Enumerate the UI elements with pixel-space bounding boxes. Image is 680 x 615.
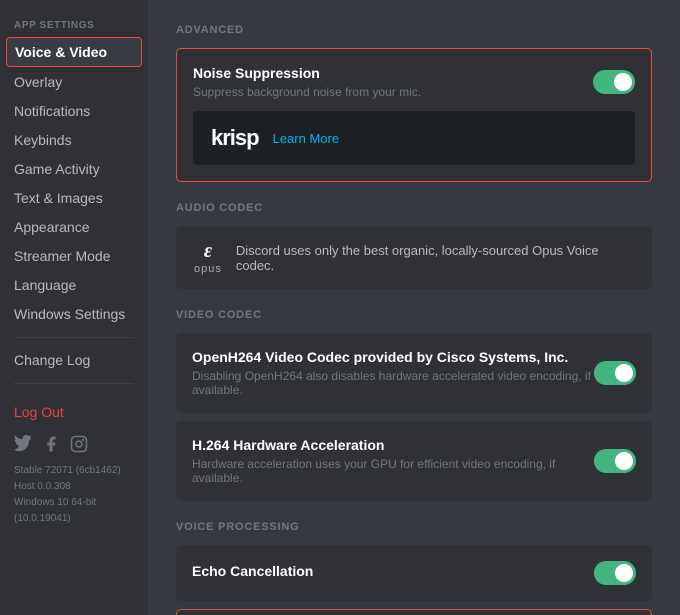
instagram-icon[interactable] (70, 435, 88, 453)
openh264-toggle[interactable]: ✓ (594, 361, 636, 385)
voice-processing-section: Voice Processing Echo Cancellation ✓ Noi… (176, 521, 652, 615)
sidebar-divider-2 (14, 383, 134, 384)
echo-cancellation-title: Echo Cancellation (192, 563, 313, 579)
noise-suppression-text: Noise Suppression Suppress background no… (193, 65, 421, 99)
opus-logo: ε opus (194, 240, 222, 275)
noise-reduction-card: Noise Reduction Noise reduction is disab… (176, 609, 652, 615)
section-advanced-title: Advanced (176, 24, 652, 36)
sidebar-item-language[interactable]: Language (6, 271, 142, 299)
sidebar-section-label: App Settings (6, 16, 142, 35)
opus-icon: ε (204, 240, 212, 263)
sidebar-item-voice-video[interactable]: Voice & Video (6, 37, 142, 67)
toggle-check-openh264-icon: ✓ (623, 367, 632, 380)
toggle-check-echo-icon: ✓ (623, 567, 632, 580)
sidebar-item-text-images[interactable]: Text & Images (6, 184, 142, 212)
openh264-row: OpenH264 Video Codec provided by Cisco S… (192, 349, 636, 397)
h264-desc: Hardware acceleration uses your GPU for … (192, 457, 594, 485)
h264-text: H.264 Hardware Acceleration Hardware acc… (192, 437, 594, 485)
h264-title: H.264 Hardware Acceleration (192, 437, 594, 453)
toggle-check-h264-icon: ✓ (623, 455, 632, 468)
main-content: Advanced Noise Suppression Suppress back… (148, 0, 680, 615)
h264-row: H.264 Hardware Acceleration Hardware acc… (192, 437, 636, 485)
section-video-codec-title: Video Codec (176, 309, 652, 321)
openh264-desc: Disabling OpenH264 also disables hardwar… (192, 369, 594, 397)
krisp-banner: krisp Learn More (193, 111, 635, 165)
krisp-logo: krisp (211, 125, 259, 151)
section-voice-processing-title: Voice Processing (176, 521, 652, 533)
echo-cancellation-row: Echo Cancellation ✓ (192, 561, 636, 585)
toggle-check-icon: ✓ (622, 76, 631, 89)
sidebar-social (6, 429, 142, 459)
opus-banner: ε opus Discord uses only the best organi… (176, 226, 652, 289)
facebook-icon[interactable] (42, 435, 60, 453)
opus-desc: Discord uses only the best organic, loca… (236, 243, 634, 273)
sidebar-item-keybinds[interactable]: Keybinds (6, 126, 142, 154)
noise-suppression-toggle[interactable]: ✓ (593, 70, 635, 94)
twitter-icon[interactable] (14, 435, 32, 453)
sidebar-item-streamer-mode[interactable]: Streamer Mode (6, 242, 142, 270)
sidebar-version: Stable 72071 (6cb1462) Host 0.0.308 Wind… (6, 459, 142, 531)
h264-card: H.264 Hardware Acceleration Hardware acc… (176, 421, 652, 501)
sidebar-item-notifications[interactable]: Notifications (6, 97, 142, 125)
noise-suppression-row: Noise Suppression Suppress background no… (193, 65, 635, 99)
openh264-title: OpenH264 Video Codec provided by Cisco S… (192, 349, 594, 365)
noise-suppression-title: Noise Suppression (193, 65, 421, 81)
sidebar-divider (14, 337, 134, 338)
noise-suppression-desc: Suppress background noise from your mic. (193, 85, 421, 99)
sidebar-item-game-activity[interactable]: Game Activity (6, 155, 142, 183)
h264-toggle[interactable]: ✓ (594, 449, 636, 473)
opus-text-label: opus (194, 263, 222, 275)
video-codec-section: Video Codec OpenH264 Video Codec provide… (176, 309, 652, 501)
echo-cancellation-card: Echo Cancellation ✓ (176, 545, 652, 601)
sidebar-item-appearance[interactable]: Appearance (6, 213, 142, 241)
sidebar-item-logout[interactable]: Log Out (6, 398, 142, 426)
sidebar-item-overlay[interactable]: Overlay (6, 68, 142, 96)
echo-cancellation-toggle[interactable]: ✓ (594, 561, 636, 585)
sidebar: App Settings Voice & Video Overlay Notif… (0, 0, 148, 615)
openh264-card: OpenH264 Video Codec provided by Cisco S… (176, 333, 652, 413)
section-audio-codec-title: Audio Codec (176, 202, 652, 214)
krisp-learn-more-link[interactable]: Learn More (273, 131, 339, 146)
sidebar-item-windows-settings[interactable]: Windows Settings (6, 300, 142, 328)
sidebar-item-changelog[interactable]: Change Log (6, 346, 142, 374)
audio-codec-section: Audio Codec ε opus Discord uses only the… (176, 202, 652, 289)
noise-suppression-card: Noise Suppression Suppress background no… (176, 48, 652, 182)
openh264-text: OpenH264 Video Codec provided by Cisco S… (192, 349, 594, 397)
